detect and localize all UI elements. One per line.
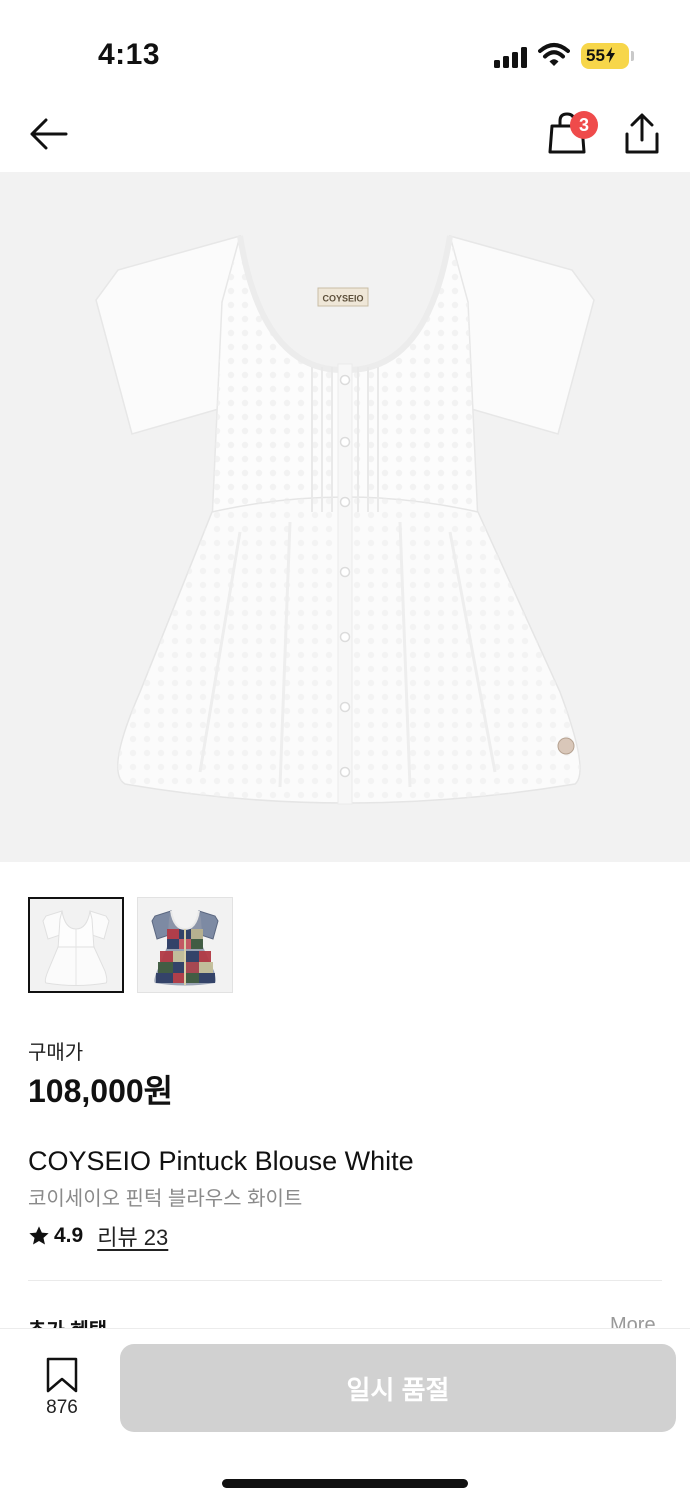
charging-bolt-icon: [605, 47, 615, 63]
rating-score: 4.9: [54, 1224, 84, 1247]
wifi-icon: [538, 43, 570, 66]
check-blouse-thumbnail-image: [151, 910, 219, 986]
share-icon[interactable]: [622, 112, 662, 156]
battery-level: 55: [586, 46, 605, 65]
product-name-ko: 코이세이오 핀턱 블라우스 화이트: [28, 1188, 303, 1210]
product-price: 108,000원: [28, 1073, 174, 1109]
thumbnail-check-pattern[interactable]: [137, 897, 233, 993]
cart-count-badge: 3: [570, 111, 598, 139]
battery-tip: [631, 51, 634, 61]
status-time: 4:13: [98, 38, 161, 71]
product-main-image[interactable]: COYSEIO: [0, 172, 690, 862]
brand-label-text: COYSEIO: [322, 294, 363, 304]
product-name-en: COYSEIO Pintuck Blouse White: [28, 1146, 414, 1176]
star-icon: [29, 1226, 49, 1245]
price-label: 구매가: [28, 1042, 84, 1064]
benefits-section-title: 추가 혜택: [28, 1314, 107, 1328]
white-blouse-thumbnail-image: [42, 910, 110, 986]
status-bar: 4:13 55: [0, 0, 690, 100]
bookmark-icon: [46, 1357, 78, 1393]
thumbnail-white[interactable]: [28, 897, 124, 993]
cellular-signal-icon: [494, 46, 530, 68]
sold-out-button[interactable]: 일시 품절: [120, 1344, 676, 1432]
rating-row: 4.9 리뷰 23: [28, 1222, 168, 1250]
arrow-left-icon[interactable]: [26, 112, 70, 156]
bottom-action-bar: 876 일시 품절: [0, 1328, 690, 1500]
review-count-link[interactable]: 리뷰 23: [97, 1220, 168, 1252]
battery-indicator: 55: [581, 43, 629, 69]
blouse-illustration: COYSEIO: [95, 234, 595, 805]
home-indicator: [222, 1479, 468, 1488]
section-divider: [28, 1280, 662, 1281]
wishlist-button[interactable]: 876: [30, 1357, 94, 1421]
benefits-more-link[interactable]: More: [610, 1314, 656, 1328]
wishlist-count: 876: [46, 1397, 78, 1418]
